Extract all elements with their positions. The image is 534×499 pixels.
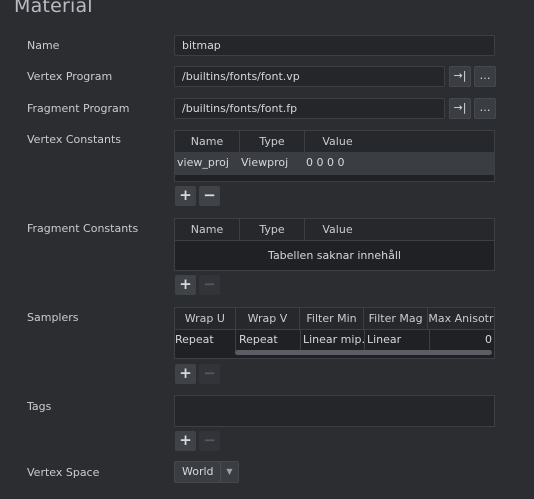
column-header-filter-min[interactable]: Filter Min [300, 308, 364, 330]
cell-max-anisotropy: 0 [485, 333, 492, 346]
minus-icon: − [203, 275, 216, 293]
cell-filter-min: Linear mip… [301, 330, 365, 352]
samplers-label: Samplers [27, 311, 79, 324]
column-header-max-anisotropy[interactable]: Max Anisotr… [428, 308, 494, 330]
vertex-program-field[interactable]: /builtins/fonts/font.vp [174, 66, 445, 87]
cell-type: Viewproj [241, 156, 289, 169]
vertex-constants-add-button[interactable]: + [175, 186, 196, 206]
fragment-constants-remove-button: − [199, 275, 220, 295]
vertex-constants-remove-button[interactable]: − [199, 186, 220, 206]
vertex-space-value: World [182, 465, 214, 478]
goto-icon: →| [453, 69, 467, 82]
column-header-type[interactable]: Type [240, 219, 305, 241]
vertex-program-goto-button[interactable]: →| [449, 66, 471, 87]
column-header-wrap-u[interactable]: Wrap U [175, 308, 236, 330]
fragment-program-goto-button[interactable]: →| [449, 98, 471, 119]
tags-label: Tags [27, 400, 52, 413]
cell-wrap-u: Repeat [175, 330, 236, 352]
column-header-type[interactable]: Type [240, 131, 305, 153]
cell-filter-mag: Linear [365, 330, 430, 352]
table-header: Name Type Value [175, 131, 494, 153]
ellipsis-icon: … [479, 69, 491, 82]
column-header-filter-mag[interactable]: Filter Mag [364, 308, 429, 330]
plus-icon: + [179, 364, 192, 382]
samplers-remove-button: − [199, 364, 220, 384]
name-field[interactable]: bitmap [174, 35, 495, 56]
fragment-constants-label: Fragment Constants [27, 222, 139, 235]
name-label: Name [27, 39, 60, 52]
empty-table-message: Tabellen saknar innehåll [268, 249, 401, 262]
fragment-constants-add-button[interactable]: + [175, 275, 196, 295]
column-header-wrap-v[interactable]: Wrap V [236, 308, 301, 330]
goto-icon: →| [453, 101, 467, 114]
column-header-value[interactable]: Value [305, 131, 370, 153]
tags-add-button[interactable]: + [175, 431, 196, 451]
samplers-table: Wrap U Wrap V Filter Min Filter Mag Max … [174, 307, 495, 359]
chevron-down-icon: ▼ [220, 462, 238, 482]
fragment-program-label: Fragment Program [27, 102, 130, 115]
vertex-space-label: Vertex Space [27, 466, 100, 479]
fragment-program-browse-button[interactable]: … [474, 98, 496, 119]
table-row[interactable]: view_proj Viewproj 0 0 0 0 [175, 153, 494, 175]
minus-icon: − [203, 431, 216, 449]
column-header-name[interactable]: Name [175, 131, 240, 153]
vertex-constants-table: Name Type Value view_proj Viewproj 0 0 0… [174, 130, 495, 182]
plus-icon: + [179, 186, 192, 204]
plus-icon: + [179, 275, 192, 293]
ellipsis-icon: … [479, 101, 491, 114]
column-header-value[interactable]: Value [305, 219, 370, 241]
fragment-constants-table: Name Type Value Tabellen saknar innehåll [174, 218, 495, 271]
vertex-program-label: Vertex Program [27, 70, 113, 83]
tags-list[interactable] [174, 395, 495, 427]
cell-name: view_proj [177, 156, 229, 169]
table-row[interactable]: Repeat Repeat Linear mip… Linear 0 [175, 330, 494, 352]
cell-wrap-v: Repeat [236, 330, 301, 352]
cell-value: 0 0 0 0 [306, 156, 345, 169]
table-header: Name Type Value [175, 219, 494, 241]
tags-remove-button: − [199, 431, 220, 451]
panel-title: Material [14, 0, 93, 17]
vertex-space-select[interactable]: World ▼ [174, 461, 239, 483]
table-header: Wrap U Wrap V Filter Min Filter Mag Max … [175, 308, 494, 330]
vertex-program-browse-button[interactable]: … [474, 66, 496, 87]
horizontal-scrollbar[interactable] [235, 350, 492, 355]
minus-icon: − [203, 364, 216, 382]
fragment-program-field[interactable]: /builtins/fonts/font.fp [174, 98, 445, 119]
minus-icon: − [203, 186, 216, 204]
vertex-constants-label: Vertex Constants [27, 133, 122, 146]
samplers-add-button[interactable]: + [175, 364, 196, 384]
column-header-name[interactable]: Name [175, 219, 240, 241]
plus-icon: + [179, 431, 192, 449]
